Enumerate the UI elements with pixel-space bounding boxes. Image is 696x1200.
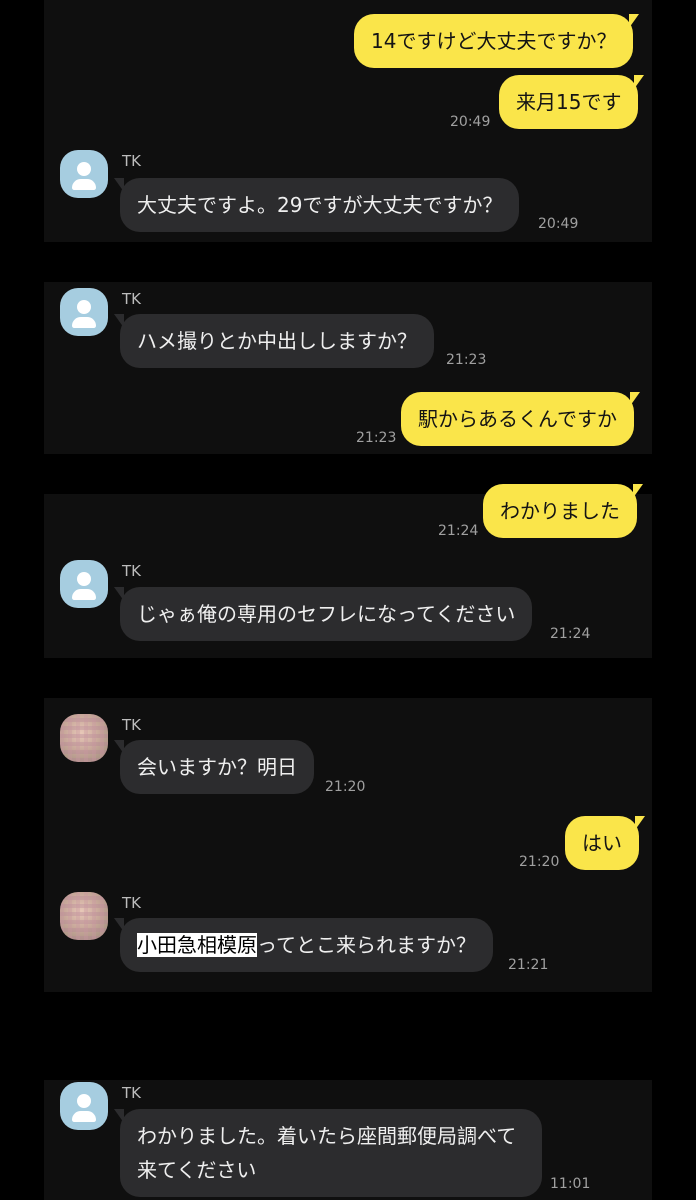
avatar-person-icon[interactable] xyxy=(60,150,108,198)
message-time: 21:23 xyxy=(356,430,397,446)
photo-avatar[interactable] xyxy=(60,892,108,940)
person-icon-head xyxy=(77,162,91,176)
message-time: 21:24 xyxy=(550,626,591,642)
message-text: ってとこ来られますか？ xyxy=(257,933,476,957)
message-time: 21:20 xyxy=(325,779,366,795)
message-text: ハメ撮りとか中出ししますか？ xyxy=(137,329,417,353)
message-time: 21:20 xyxy=(519,854,560,870)
avatar-person-icon[interactable] xyxy=(60,288,108,336)
chat-panel-5: TK わかりました。着いたら座間郵便局調べて 来てください 11:01 xyxy=(44,1080,652,1200)
chat-panel-2: TK ハメ撮りとか中出ししますか？ 21:23 21:23 駅からあるくんですか xyxy=(44,282,652,454)
message-time: 21:24 xyxy=(438,523,479,539)
message-text: じゃぁ俺の専用のセフレになってください xyxy=(137,602,516,626)
message-time: 21:23 xyxy=(446,352,487,368)
highlighted-text: 小田急相模原 xyxy=(137,933,257,957)
chat-panel-3: 21:24 わかりました TK じゃぁ俺の専用のセフレになってください 21:2… xyxy=(44,484,652,658)
person-icon-body xyxy=(72,589,96,600)
message-bubble-outgoing[interactable]: 駅からあるくんですか xyxy=(401,392,640,446)
photo-avatar[interactable] xyxy=(60,714,108,762)
message-bubble-incoming[interactable]: じゃぁ俺の専用のセフレになってください xyxy=(113,587,533,641)
message-text-line: わかりました。着いたら座間郵便局調べて xyxy=(137,1124,517,1148)
message-bubble-incoming[interactable]: 小田急相模原ってとこ来られますか？ xyxy=(114,918,493,972)
person-icon-head xyxy=(77,300,91,314)
message-time: 20:49 xyxy=(450,114,491,130)
avatar-person-icon[interactable] xyxy=(60,1082,108,1130)
sender-name: TK xyxy=(122,894,141,912)
message-bubble-incoming[interactable]: わかりました。着いたら座間郵便局調べて 来てください xyxy=(114,1109,542,1197)
sender-name: TK xyxy=(122,716,141,734)
person-icon-body xyxy=(72,1111,96,1122)
message-text: わかりました xyxy=(500,499,620,523)
sender-name: TK xyxy=(122,1084,141,1102)
message-text: 大丈夫ですよ。29ですが大丈夫ですか？ xyxy=(137,193,503,217)
person-icon-head xyxy=(77,572,91,586)
chat-panel-1: 14ですけど大丈夫ですか？ 20:49 来月15です TK 大丈夫ですよ。29で… xyxy=(44,0,652,242)
message-bubble-outgoing[interactable]: 14ですけど大丈夫ですか？ xyxy=(354,14,640,68)
message-bubble-outgoing[interactable]: 来月15です xyxy=(499,75,645,129)
message-time: 11:01 xyxy=(550,1176,591,1192)
avatar-person-icon[interactable] xyxy=(60,560,108,608)
message-text: 駅からあるくんですか xyxy=(418,407,617,431)
message-text-line: 来てください xyxy=(137,1158,257,1182)
message-time: 20:49 xyxy=(538,216,579,232)
message-bubble-incoming[interactable]: 大丈夫ですよ。29ですが大丈夫ですか？ xyxy=(113,178,520,232)
message-text: 会いますか？明日 xyxy=(137,755,297,779)
message-time: 21:21 xyxy=(508,957,549,973)
chat-panel-4: TK 会いますか？明日 21:20 21:20 はい TK 小田急相模原ってとこ… xyxy=(44,698,652,992)
message-bubble-outgoing[interactable]: はい xyxy=(565,816,645,870)
sender-name: TK xyxy=(122,290,141,308)
message-text: 来月15です xyxy=(516,90,622,114)
sender-name: TK xyxy=(122,562,141,580)
sender-name: TK xyxy=(122,152,141,170)
person-icon-head xyxy=(77,1094,91,1108)
person-icon-body xyxy=(72,179,96,190)
message-bubble-incoming[interactable]: 会いますか？明日 xyxy=(114,740,314,794)
message-bubble-outgoing[interactable]: わかりました xyxy=(483,484,643,538)
person-icon-body xyxy=(72,317,96,328)
message-text: 14ですけど大丈夫ですか？ xyxy=(371,29,617,53)
message-text: はい xyxy=(582,831,622,855)
message-bubble-incoming[interactable]: ハメ撮りとか中出ししますか？ xyxy=(114,314,434,368)
